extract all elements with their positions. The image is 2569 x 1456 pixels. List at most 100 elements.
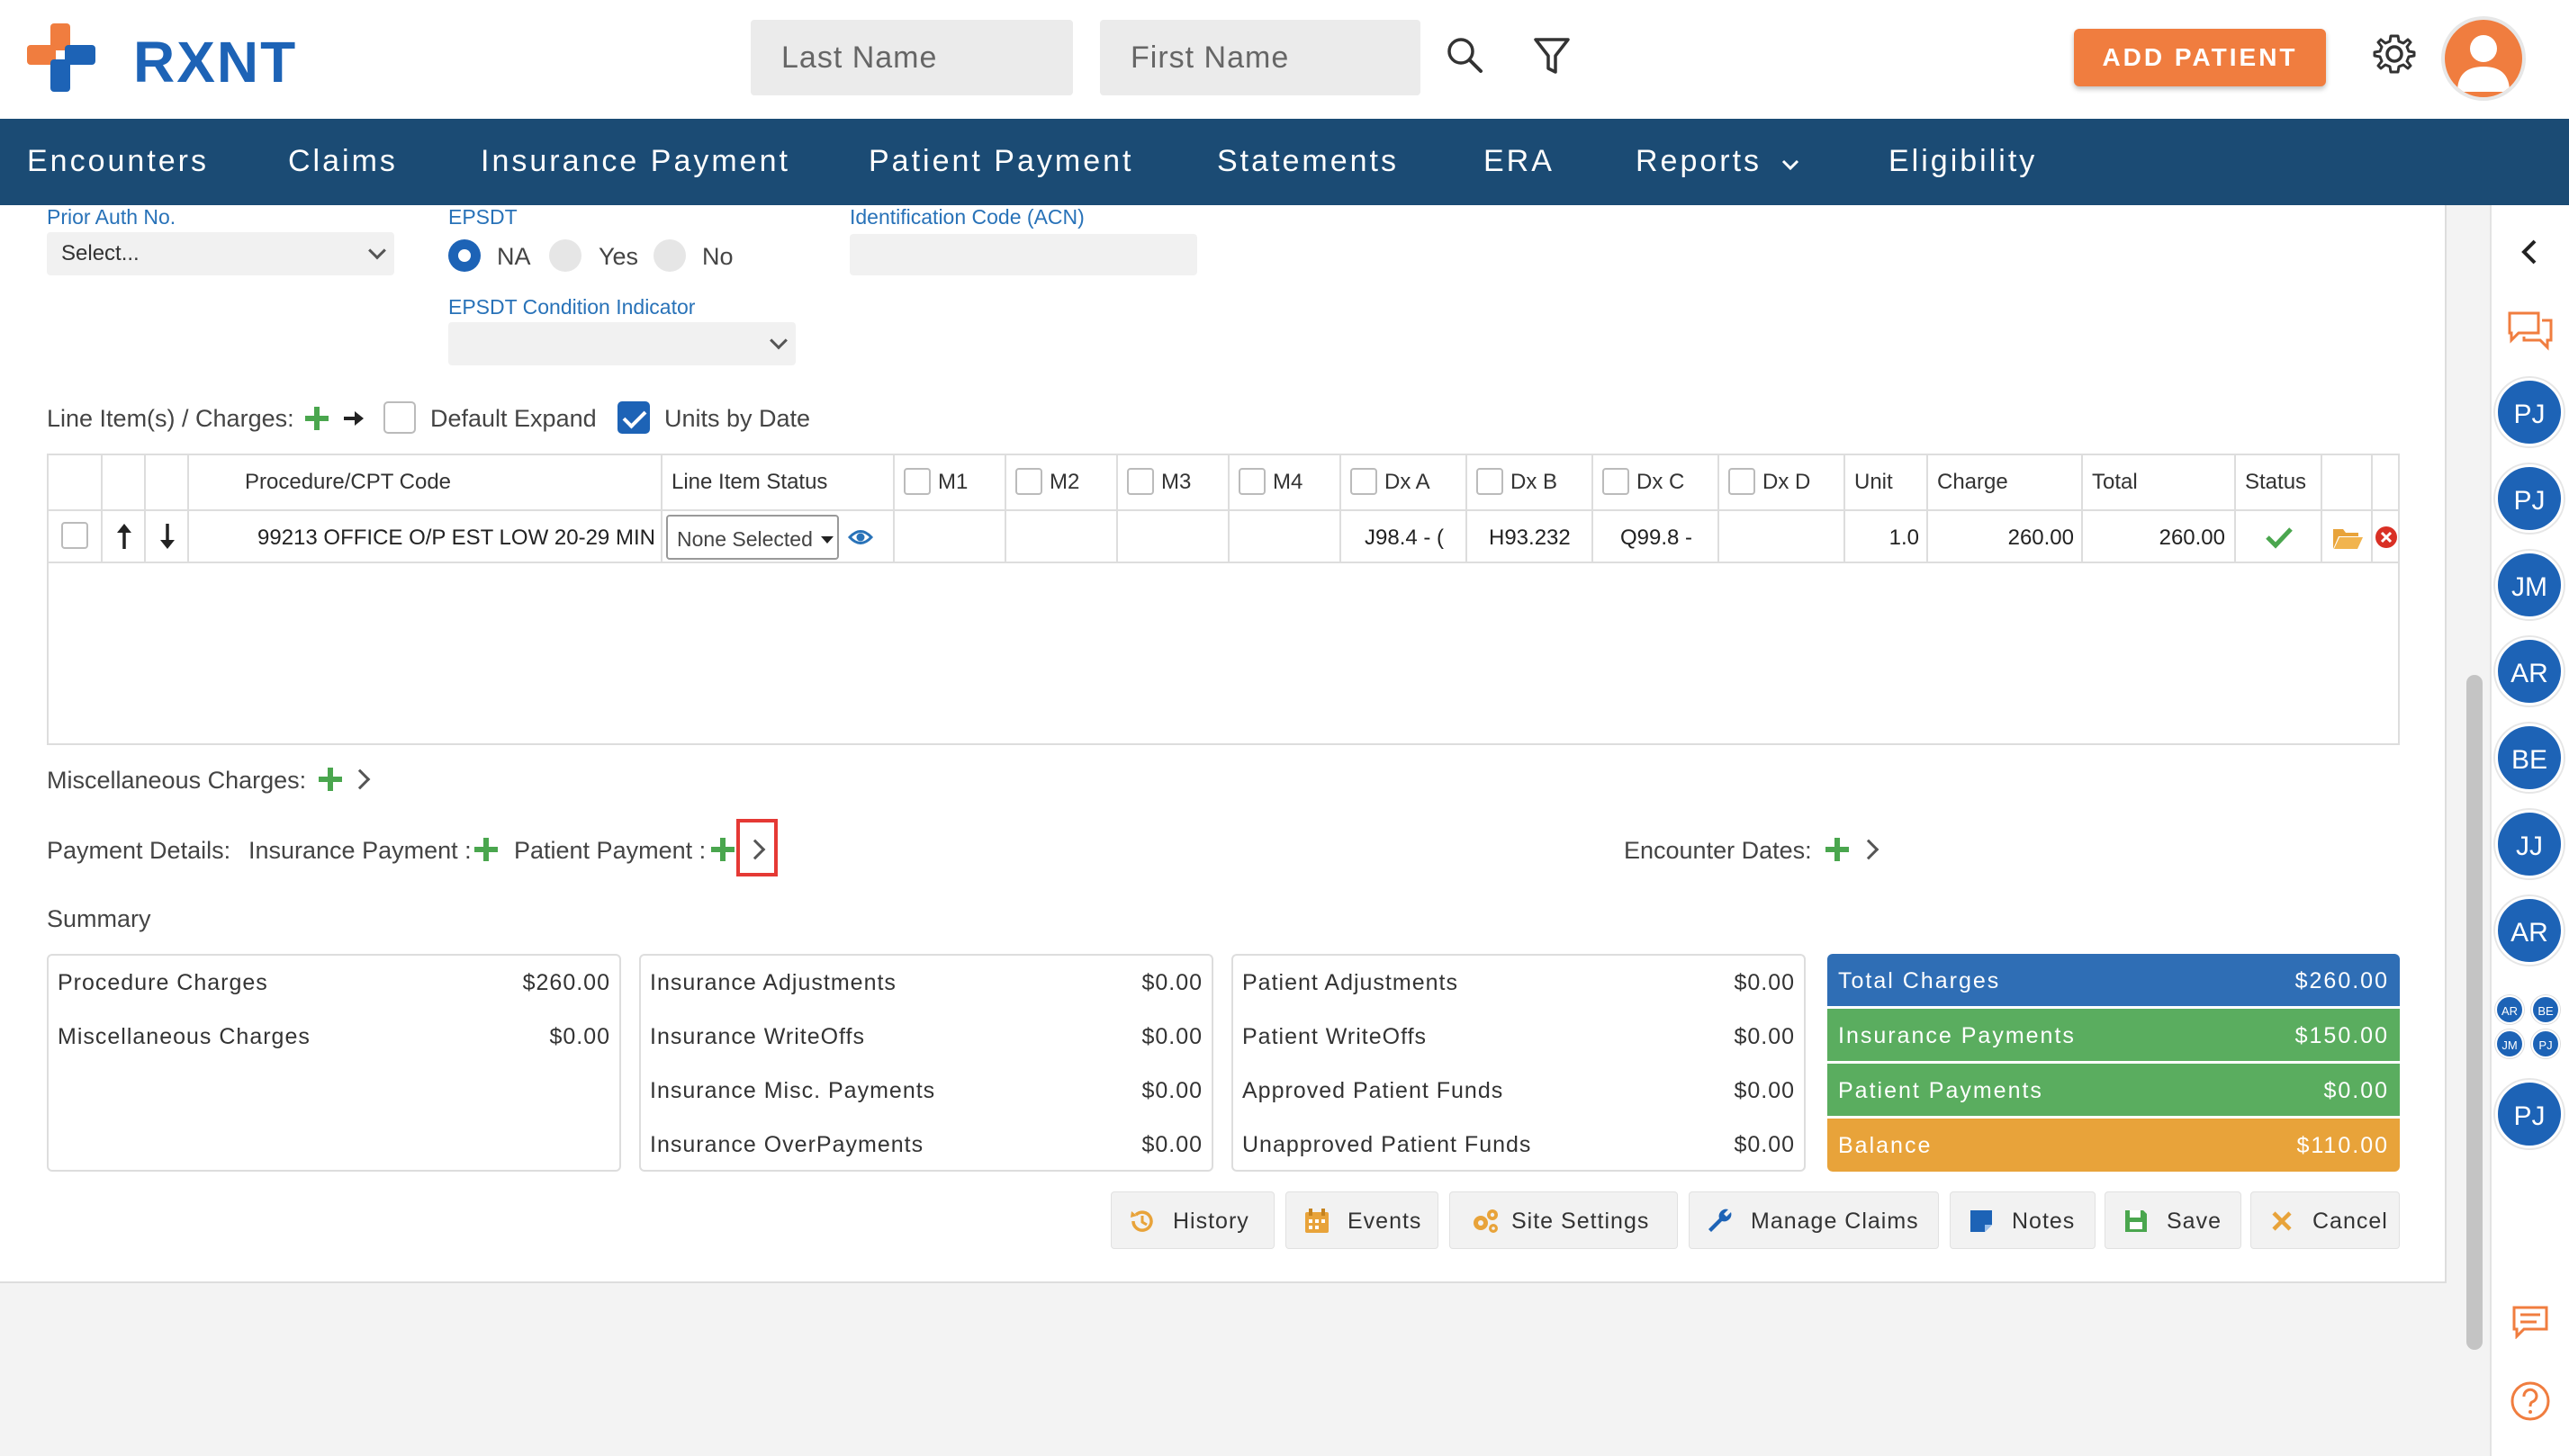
epsdt-na-radio[interactable]: [448, 239, 481, 272]
group-member: BE: [2531, 995, 2560, 1024]
chat-user-bubble[interactable]: JM: [2495, 551, 2564, 619]
col-m2-header[interactable]: M2: [1006, 455, 1118, 509]
epsdt-condition-select[interactable]: [448, 322, 796, 365]
reports-chevron-down-icon[interactable]: [1780, 155, 1800, 175]
add-encounter-date-plus-icon[interactable]: [1825, 838, 1849, 861]
search-icon[interactable]: [1442, 32, 1489, 79]
row-select-checkbox[interactable]: [61, 522, 88, 549]
summary-row: Procedure Charges $260.00: [58, 970, 610, 1006]
m3-label: M3: [1161, 470, 1192, 494]
message-icon[interactable]: [2511, 1305, 2549, 1339]
row-dxd-cell[interactable]: [1719, 509, 1845, 563]
chat-user-bubble[interactable]: PJ: [2495, 1080, 2564, 1148]
arrow-right-icon[interactable]: [342, 407, 367, 430]
patient-payment-label: Patient Payment :: [514, 837, 707, 864]
chat-user-bubble[interactable]: AR: [2495, 637, 2564, 706]
row-dxa-cell[interactable]: J98.4 - (: [1341, 509, 1467, 563]
row-unit-cell[interactable]: 1.0: [1845, 509, 1928, 563]
last-name-input[interactable]: [751, 20, 1073, 95]
arrow-down-icon[interactable]: [157, 522, 178, 553]
chat-user-bubble[interactable]: AR: [2495, 896, 2564, 965]
row-m4-cell[interactable]: [1230, 509, 1341, 563]
nav-patient-payment[interactable]: Patient Payment: [869, 144, 1133, 179]
row-total-cell: 260.00: [2083, 509, 2236, 563]
save-button[interactable]: Save: [2105, 1191, 2241, 1249]
row-charge-cell[interactable]: 260.00: [1928, 509, 2083, 563]
m2-checkbox[interactable]: [1015, 468, 1042, 495]
col-m3-header[interactable]: M3: [1118, 455, 1230, 509]
row-procedure-cell[interactable]: 99213 OFFICE O/P EST LOW 20-29 MIN: [189, 509, 663, 563]
dxd-checkbox[interactable]: [1728, 468, 1755, 495]
col-dxa-header[interactable]: Dx A: [1341, 455, 1467, 509]
notes-button[interactable]: Notes: [1950, 1191, 2096, 1249]
row-m2-cell[interactable]: [1006, 509, 1118, 563]
group-chat-bubble[interactable]: AR BE JM PJ: [2495, 995, 2564, 1064]
m3-checkbox[interactable]: [1127, 468, 1154, 495]
collapse-chevron-left-icon[interactable]: [2517, 238, 2542, 266]
nav-encounters[interactable]: Encounters: [27, 144, 209, 179]
acn-input[interactable]: [850, 234, 1197, 275]
dxa-checkbox[interactable]: [1350, 468, 1377, 495]
chat-user-bubble[interactable]: PJ: [2495, 464, 2564, 533]
history-button[interactable]: History: [1111, 1191, 1275, 1249]
m1-checkbox[interactable]: [904, 468, 931, 495]
prior-auth-select[interactable]: Select...: [47, 232, 394, 275]
add-misc-charge-plus-icon[interactable]: [319, 768, 342, 791]
col-dxd-header[interactable]: Dx D: [1719, 455, 1845, 509]
add-patient-payment-plus-icon[interactable]: [711, 838, 735, 861]
gear-icon[interactable]: [2371, 31, 2418, 77]
row-dxc-cell[interactable]: Q99.8 -: [1593, 509, 1719, 563]
site-settings-button[interactable]: Site Settings: [1449, 1191, 1678, 1249]
col-dxb-header[interactable]: Dx B: [1467, 455, 1593, 509]
add-insurance-payment-plus-icon[interactable]: [474, 838, 498, 861]
manage-claims-label: Manage Claims: [1751, 1209, 1919, 1234]
chat-user-bubble[interactable]: PJ: [2495, 378, 2564, 446]
eye-icon[interactable]: [848, 527, 873, 547]
summary-row: Insurance OverPayments $0.00: [650, 1132, 1203, 1168]
row-dxb-cell[interactable]: H93.232: [1467, 509, 1593, 563]
chat-bubbles-icon[interactable]: [2506, 310, 2555, 353]
first-name-input[interactable]: [1100, 20, 1420, 95]
delete-circle-icon[interactable]: [2375, 526, 2398, 549]
default-expand-checkbox[interactable]: [383, 401, 416, 434]
col-m4-header[interactable]: M4: [1230, 455, 1341, 509]
user-avatar[interactable]: [2441, 16, 2526, 101]
line-item-status-select[interactable]: None Selected: [666, 515, 839, 560]
col-m1-header[interactable]: M1: [895, 455, 1006, 509]
nav-reports[interactable]: Reports: [1636, 144, 1762, 179]
chat-user-bubble[interactable]: BE: [2495, 724, 2564, 792]
col-delete-header: [2373, 455, 2400, 509]
chat-user-bubble[interactable]: JJ: [2495, 810, 2564, 878]
row-m3-cell[interactable]: [1118, 509, 1230, 563]
units-by-date-checkbox[interactable]: [617, 401, 650, 434]
default-expand-label: Default Expand: [430, 405, 597, 432]
add-line-item-plus-icon[interactable]: [305, 407, 329, 430]
dxb-checkbox[interactable]: [1476, 468, 1503, 495]
col-dxc-header[interactable]: Dx C: [1593, 455, 1719, 509]
manage-claims-button[interactable]: Manage Claims: [1689, 1191, 1939, 1249]
summary-key: Insurance Adjustments: [650, 970, 897, 995]
dxc-checkbox[interactable]: [1602, 468, 1629, 495]
nav-insurance-payment[interactable]: Insurance Payment: [481, 144, 790, 179]
arrow-up-icon[interactable]: [113, 522, 135, 553]
total-key: Total Charges: [1838, 968, 2001, 993]
folder-open-icon[interactable]: [2331, 526, 2364, 551]
nav-statements[interactable]: Statements: [1217, 144, 1399, 179]
add-patient-button[interactable]: ADD PATIENT: [2074, 29, 2326, 86]
events-button[interactable]: Events: [1285, 1191, 1438, 1249]
filter-icon[interactable]: [1528, 32, 1575, 79]
row-move-down-cell: [146, 509, 189, 563]
nav-claims[interactable]: Claims: [288, 144, 398, 179]
help-icon[interactable]: [2510, 1380, 2551, 1422]
row-m1-cell[interactable]: [895, 509, 1006, 563]
page-scrollbar-thumb[interactable]: [2466, 675, 2483, 1350]
nav-eligibility[interactable]: Eligibility: [1888, 144, 2037, 179]
rxnt-logo[interactable]: RXNT: [27, 23, 295, 94]
payment-details-expand-button[interactable]: [736, 819, 778, 876]
nav-era[interactable]: ERA: [1483, 144, 1555, 179]
epsdt-no-radio[interactable]: [654, 239, 686, 272]
m4-checkbox[interactable]: [1239, 468, 1266, 495]
epsdt-yes-radio[interactable]: [549, 239, 581, 272]
total-value: $150.00: [2294, 1023, 2389, 1048]
cancel-button[interactable]: Cancel: [2250, 1191, 2400, 1249]
